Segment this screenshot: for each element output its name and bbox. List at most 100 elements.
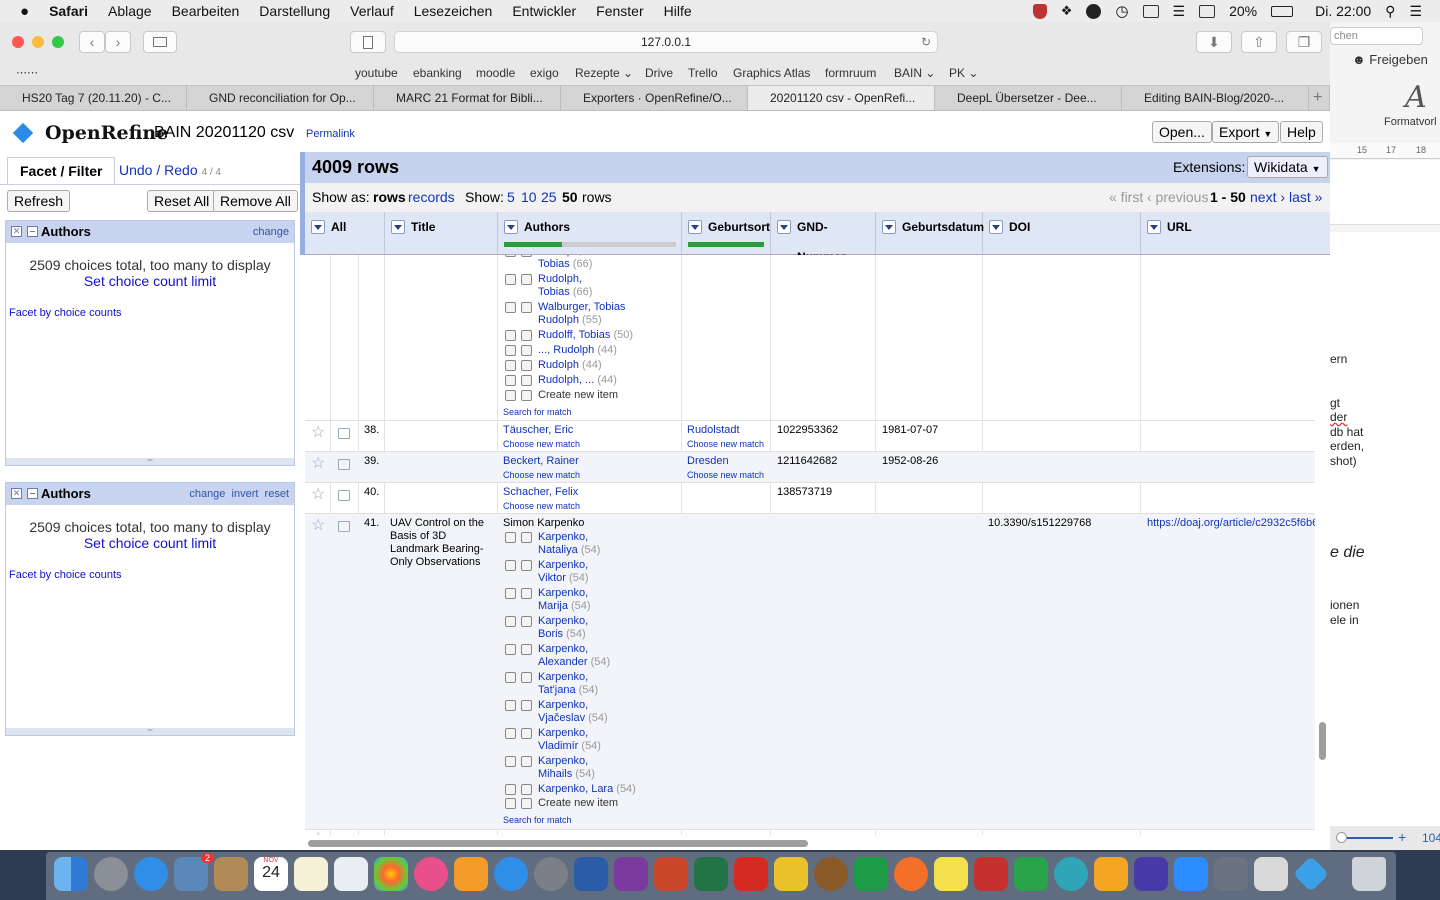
new-tab-button[interactable]: +: [1309, 86, 1330, 110]
help-app-icon[interactable]: [1214, 857, 1248, 891]
trash-icon[interactable]: [1352, 857, 1386, 891]
checkmark-icon[interactable]: [521, 330, 532, 341]
author-match[interactable]: Schacher, Felix: [503, 486, 578, 498]
notes-icon[interactable]: [294, 857, 328, 891]
checkmark-icon[interactable]: [505, 390, 516, 401]
airplay-icon[interactable]: [1199, 4, 1216, 18]
column-menu-icon[interactable]: [1147, 220, 1161, 234]
fav-formruum[interactable]: formruum: [825, 66, 876, 80]
match-candidate[interactable]: Karpenko, Boris (54): [503, 615, 588, 641]
tab-exporters[interactable]: Exporters · OpenRefine/O...: [561, 86, 748, 110]
flower-app-icon[interactable]: [1094, 857, 1128, 891]
match-candidate[interactable]: Walburger, Tobias Rudolph (55): [503, 301, 625, 327]
match-candidate[interactable]: Rudolph, ... (44): [503, 374, 617, 387]
safari-icon[interactable]: [134, 857, 168, 891]
spotlight-icon[interactable]: ⚲: [1385, 3, 1395, 20]
tab-bain-blog[interactable]: Editing BAIN-Blog/2020-...: [1122, 86, 1309, 110]
menu-fenster[interactable]: Fenster: [596, 3, 643, 19]
checkmark-icon[interactable]: [505, 532, 516, 543]
match-candidate[interactable]: Rudolff, Tobias (50): [503, 329, 633, 342]
contacts-icon[interactable]: [214, 857, 248, 891]
launchpad-icon[interactable]: [94, 857, 128, 891]
set-choice-count-limit-link[interactable]: Set choice count limit: [6, 273, 294, 289]
checkmark-icon[interactable]: [505, 360, 516, 371]
search-for-match-link[interactable]: Search for match: [503, 815, 572, 825]
flag-icon[interactable]: [338, 459, 350, 470]
column-menu-icon[interactable]: [989, 220, 1003, 234]
place-match[interactable]: Rudolstadt: [687, 424, 740, 436]
stickies-icon[interactable]: [934, 857, 968, 891]
facet-by-counts-link[interactable]: Facet by choice counts: [6, 569, 294, 581]
checkmark-icon[interactable]: [505, 616, 516, 627]
checkmark-icon[interactable]: [505, 274, 516, 285]
wr-icon[interactable]: [1134, 857, 1168, 891]
match-candidate[interactable]: Rudolph,Tobias (66): [503, 255, 592, 271]
time-machine-icon[interactable]: ◷: [1115, 2, 1128, 20]
author-match[interactable]: Beckert, Rainer: [503, 455, 579, 467]
checkmark-icon[interactable]: [505, 798, 516, 809]
menu-ablage[interactable]: Ablage: [108, 3, 152, 19]
downloads-button[interactable]: ⬇: [1196, 31, 1232, 53]
itunes-icon[interactable]: [414, 857, 448, 891]
column-menu-icon[interactable]: [311, 220, 325, 234]
column-gnd-nummer[interactable]: GND-Nummer: [771, 212, 876, 264]
tab-undo-redo[interactable]: Undo / Redo 4 / 4: [107, 157, 233, 184]
match-candidate[interactable]: Karpenko, Tat'jana (54): [503, 671, 598, 697]
tab-marc21[interactable]: MARC 21 Format for Bibli...: [374, 86, 561, 110]
share-button[interactable]: ⇧: [1241, 31, 1277, 53]
column-geburtsort[interactable]: Geburtsort: [682, 212, 771, 254]
battery-label[interactable]: 20%: [1229, 3, 1257, 19]
fav-youtube[interactable]: youtube: [355, 66, 398, 80]
checkmark-icon[interactable]: [521, 784, 532, 795]
column-doi[interactable]: DOI: [983, 212, 1141, 254]
permalink-link[interactable]: Permalink: [306, 128, 355, 140]
column-menu-icon[interactable]: [391, 220, 405, 234]
star-icon[interactable]: ☆: [311, 828, 325, 835]
create-new-item[interactable]: Create new item: [503, 797, 618, 810]
books-icon[interactable]: [454, 857, 488, 891]
checkmark-icon[interactable]: [505, 644, 516, 655]
column-geburtsdatum[interactable]: Geburtsdatum: [876, 212, 984, 254]
onenote-icon[interactable]: [614, 857, 648, 891]
url-link[interactable]: https://doaj.org/article/c2932c5f6b6: [1147, 517, 1315, 529]
match-candidate[interactable]: Rudolph,Tobias (66): [503, 273, 592, 299]
page-size-10[interactable]: 10: [521, 189, 537, 205]
checkmark-icon[interactable]: [521, 302, 532, 313]
zoom-window-button[interactable]: [52, 36, 64, 48]
checkmark-icon[interactable]: [505, 588, 516, 599]
checkmark-icon[interactable]: [521, 644, 532, 655]
star-icon[interactable]: ☆: [311, 422, 325, 442]
menu-lesezeichen[interactable]: Lesezeichen: [414, 3, 493, 19]
star-icon[interactable]: ☆: [311, 453, 325, 473]
checkmark-icon[interactable]: [505, 255, 516, 257]
zoom-in-icon[interactable]: +: [1398, 829, 1406, 845]
menu-darstellung[interactable]: Darstellung: [259, 3, 330, 19]
match-candidate[interactable]: Karpenko, Lara (54): [503, 783, 636, 796]
checkmark-icon[interactable]: [521, 560, 532, 571]
menu-entwickler[interactable]: Entwickler: [512, 3, 576, 19]
checkmark-icon[interactable]: [521, 390, 532, 401]
zotero-icon[interactable]: [974, 857, 1008, 891]
pager-last[interactable]: last »: [1289, 189, 1322, 205]
excel-icon[interactable]: [694, 857, 728, 891]
checkmark-icon[interactable]: [505, 784, 516, 795]
clock[interactable]: Di. 22:00: [1315, 3, 1371, 19]
powerpoint-icon[interactable]: [654, 857, 688, 891]
acrobat-icon[interactable]: [734, 857, 768, 891]
create-new-item[interactable]: Create new item: [503, 389, 618, 402]
choose-new-match-link[interactable]: Choose new match: [503, 470, 580, 480]
project-name[interactable]: BAIN 20201120 csv: [154, 124, 294, 142]
resize-handle[interactable]: ═: [6, 727, 294, 735]
minimize-window-button[interactable]: [32, 36, 44, 48]
checkmark-icon[interactable]: [505, 330, 516, 341]
choose-new-match-link[interactable]: Choose new match: [687, 470, 764, 480]
resize-handle[interactable]: ═: [6, 457, 294, 465]
fav-bain[interactable]: BAIN ⌄: [894, 66, 935, 80]
calendar-icon[interactable]: NOV 24: [254, 857, 288, 891]
checkmark-icon[interactable]: [505, 302, 516, 313]
checkmark-icon[interactable]: [505, 756, 516, 767]
reset-all-button[interactable]: Reset All: [147, 190, 217, 212]
place-match[interactable]: Dresden: [687, 455, 729, 467]
match-candidate[interactable]: Karpenko, Nataliya (54): [503, 531, 600, 557]
forward-button[interactable]: ›: [105, 31, 131, 53]
